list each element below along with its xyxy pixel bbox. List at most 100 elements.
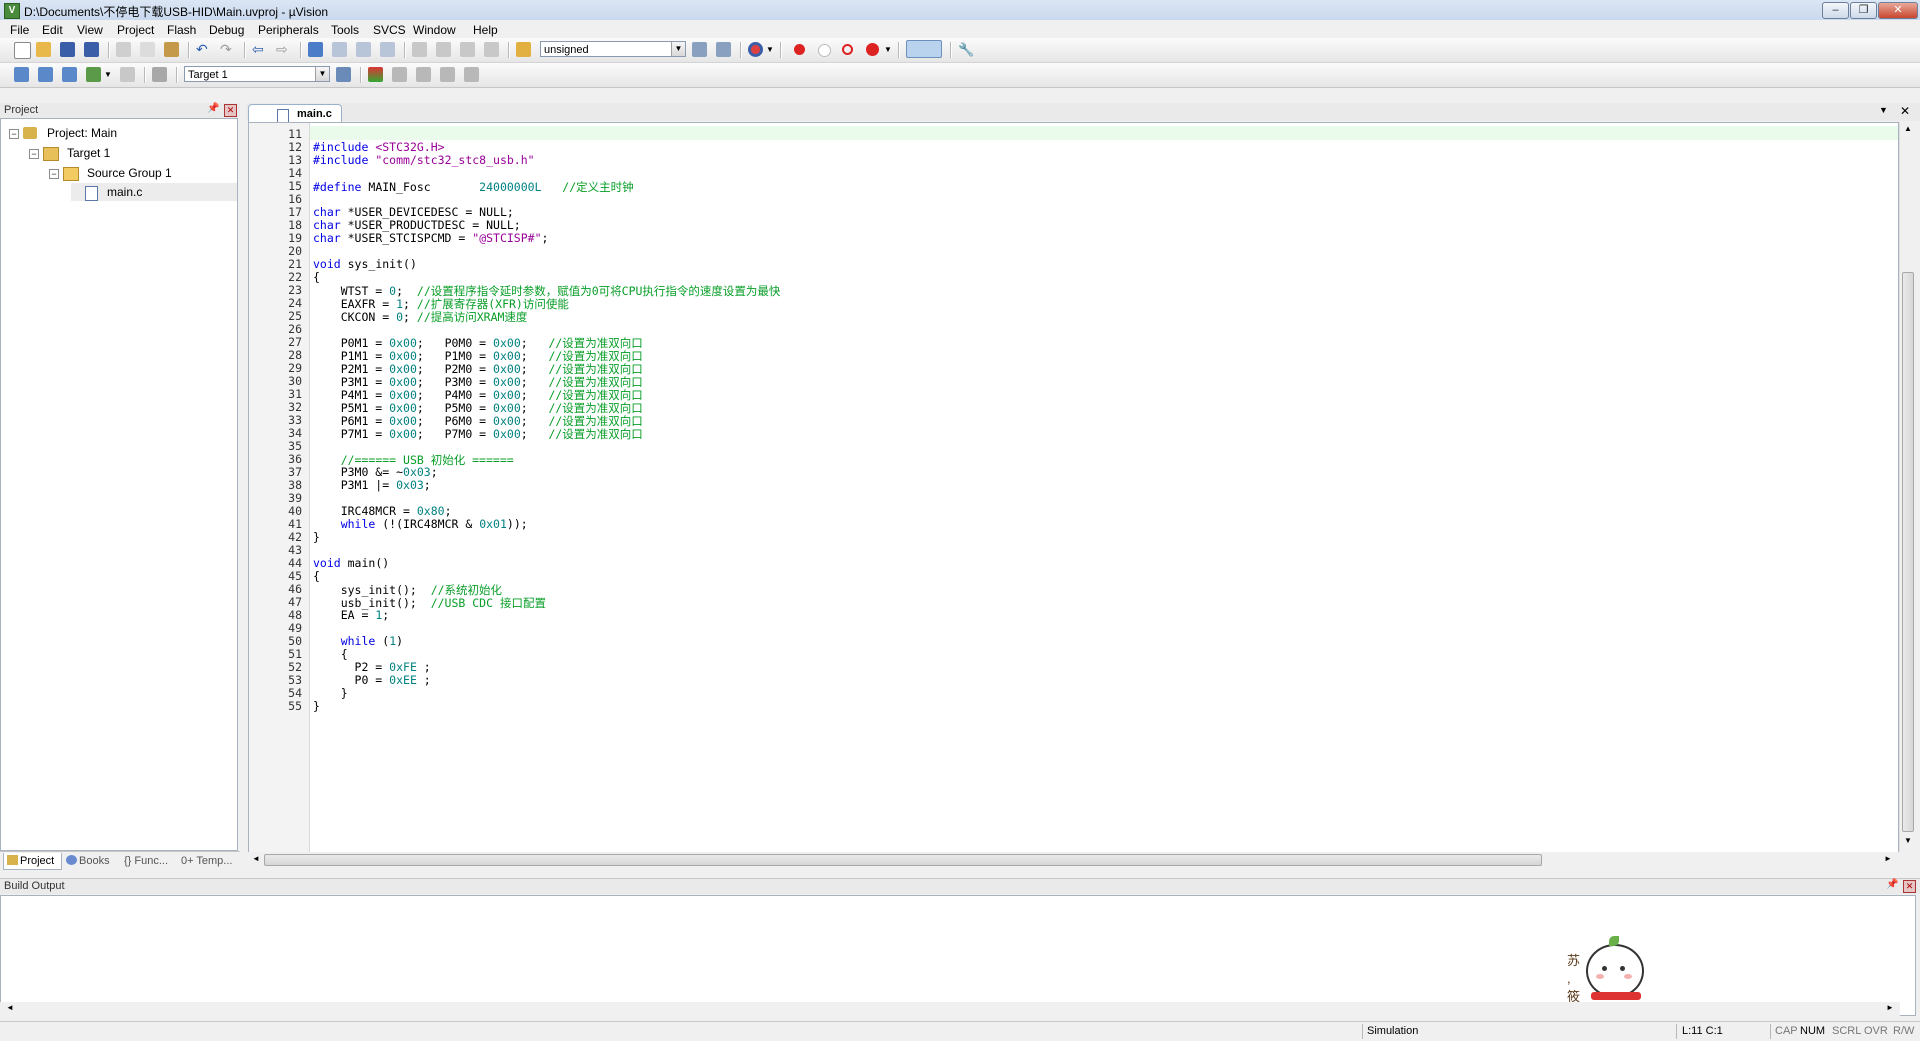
tab-functions[interactable]: {} Func... (124, 853, 178, 869)
collapse-icon[interactable]: − (49, 169, 59, 179)
code-line[interactable]: #include "comm/stc32_stc8_usb.h" (313, 153, 535, 167)
scroll-up-icon[interactable]: ▲ (1904, 124, 1912, 133)
close-button[interactable]: ✕ (1878, 2, 1918, 19)
tree-item-project[interactable]: Project: Main (47, 126, 117, 140)
batch-build-icon[interactable] (86, 67, 101, 82)
collapse-icon[interactable]: − (29, 149, 39, 159)
tab-main-c[interactable]: main.c (248, 104, 342, 123)
scroll-right-icon[interactable]: ► (1886, 1003, 1894, 1012)
breakpoint-insert-icon[interactable] (794, 44, 805, 55)
undo-icon[interactable]: ↶ (196, 42, 211, 57)
tree-item-target[interactable]: Target 1 (67, 146, 110, 160)
code-line[interactable]: P3M1 |= 0x03; (313, 478, 431, 492)
menu-svcs[interactable]: SVCS (373, 23, 406, 37)
scrollbar-thumb[interactable] (1902, 272, 1914, 832)
menu-help[interactable]: Help (473, 23, 498, 37)
build-output-body[interactable]: 苏 , 筱 (0, 895, 1916, 1016)
tree-item-source-group[interactable]: Source Group 1 (87, 166, 172, 180)
close-icon[interactable]: ✕ (224, 104, 237, 117)
menu-project[interactable]: Project (117, 23, 154, 37)
indent-icon[interactable] (412, 42, 427, 57)
code-line[interactable]: void sys_init() (313, 257, 417, 271)
menu-edit[interactable]: Edit (42, 23, 63, 37)
chevron-down-icon[interactable]: ▼ (104, 67, 112, 82)
target-combo[interactable]: Target 1 ▼ (184, 66, 330, 82)
pin-icon[interactable]: 📌 (207, 103, 219, 114)
download-icon[interactable] (152, 67, 167, 82)
tab-templates[interactable]: 0+ Temp... (181, 853, 239, 869)
code-line[interactable]: } (313, 699, 320, 713)
editor-vertical-scrollbar[interactable]: ▲ ▼ (1899, 122, 1917, 852)
navigate-back-icon[interactable]: ⇦ (252, 42, 267, 57)
translate-icon[interactable] (14, 67, 29, 82)
breakpoint-kill-all-icon[interactable] (866, 43, 879, 56)
menu-view[interactable]: View (77, 23, 103, 37)
tab-list-dropdown-icon[interactable]: ▼ (1879, 105, 1888, 115)
menu-flash[interactable]: Flash (167, 23, 196, 37)
stop-build-icon[interactable] (120, 67, 135, 82)
tab-books[interactable]: Books (64, 853, 122, 869)
select-packs-icon[interactable] (416, 67, 431, 82)
editor-horizontal-scrollbar[interactable]: ◄ ► (248, 852, 1899, 869)
build-output-scrollbar[interactable]: ◄ ► (0, 1002, 1900, 1017)
find-in-files-icon[interactable] (516, 42, 531, 57)
new-file-icon[interactable] (14, 42, 31, 59)
chevron-down-icon[interactable]: ▼ (671, 42, 685, 56)
code-line[interactable]: CKCON = 0; //提高访问XRAM速度 (313, 309, 528, 325)
bookmark-prev-icon[interactable] (332, 42, 347, 57)
tree-item-main-c[interactable]: main.c (107, 185, 142, 199)
code-line[interactable]: EA = 1; (313, 608, 390, 622)
close-icon[interactable]: ✕ (1903, 880, 1916, 893)
file-extensions-icon[interactable] (368, 67, 383, 82)
code-line[interactable]: char *USER_PRODUCTDESC = NULL; (313, 218, 521, 232)
collapse-icon[interactable]: − (9, 129, 19, 139)
breakpoint-disable-all-icon[interactable] (842, 44, 853, 55)
comment-icon[interactable] (460, 42, 475, 57)
save-all-icon[interactable] (84, 42, 99, 57)
code-line[interactable]: char *USER_STCISPCMD = "@STCISP#"; (313, 231, 548, 245)
breakpoint-enable-icon[interactable] (818, 44, 831, 57)
unindent-icon[interactable] (436, 42, 451, 57)
scrollbar-thumb[interactable] (264, 854, 1542, 866)
code-line[interactable]: { (313, 569, 320, 583)
pin-icon[interactable]: 📌 (1886, 879, 1898, 890)
find-icon[interactable] (692, 42, 707, 57)
code-line[interactable]: #include <STC32G.H> (313, 140, 445, 154)
code-line[interactable]: char *USER_DEVICEDESC = NULL; (313, 205, 514, 219)
chevron-down-icon[interactable]: ▼ (884, 42, 892, 57)
copy-icon[interactable] (140, 42, 155, 57)
uncomment-icon[interactable] (484, 42, 499, 57)
scroll-left-icon[interactable]: ◄ (252, 854, 260, 863)
rebuild-icon[interactable] (62, 67, 77, 82)
find-combo[interactable]: unsigned ▼ (540, 41, 686, 57)
target-options-icon[interactable] (336, 67, 351, 82)
configure-wrench-icon[interactable]: 🔧 (958, 42, 974, 57)
code-line[interactable]: P2 = 0xFE ; (313, 660, 431, 674)
scroll-left-icon[interactable]: ◄ (6, 1003, 14, 1012)
code-line[interactable]: IRC48MCR = 0x80; (313, 504, 452, 518)
menu-peripherals[interactable]: Peripherals (258, 23, 319, 37)
bookmark-clear-icon[interactable] (380, 42, 395, 57)
open-folder-icon[interactable] (36, 42, 51, 57)
window-layout-icon[interactable] (906, 40, 942, 58)
tab-project[interactable]: Project (3, 853, 62, 870)
code-line[interactable]: { (313, 647, 348, 661)
minimize-button[interactable]: – (1822, 2, 1849, 19)
code-line[interactable]: } (313, 686, 348, 700)
incremental-find-icon[interactable] (716, 42, 731, 57)
menu-debug[interactable]: Debug (209, 23, 244, 37)
code-editor[interactable]: 11 12 13 14 15 16 17 18 19 20 21 22 23 24 25 26 27 28 29 30… (248, 122, 1899, 854)
code-line[interactable]: } (313, 530, 320, 544)
menu-tools[interactable]: Tools (331, 23, 359, 37)
close-tab-icon[interactable]: ✕ (1900, 104, 1910, 118)
build-icon[interactable] (38, 67, 53, 82)
code-line[interactable]: { (313, 270, 320, 284)
debug-session-icon[interactable] (748, 42, 763, 57)
manage-components-icon[interactable] (392, 67, 407, 82)
code-line[interactable]: while (1) (313, 634, 403, 648)
menu-file[interactable]: File (10, 23, 29, 37)
redo-icon[interactable]: ↷ (220, 42, 235, 57)
run-time-environment-icon[interactable] (464, 67, 479, 82)
chevron-down-icon[interactable]: ▼ (766, 42, 774, 57)
code-line[interactable]: P3M0 &= ~0x03; (313, 465, 438, 479)
